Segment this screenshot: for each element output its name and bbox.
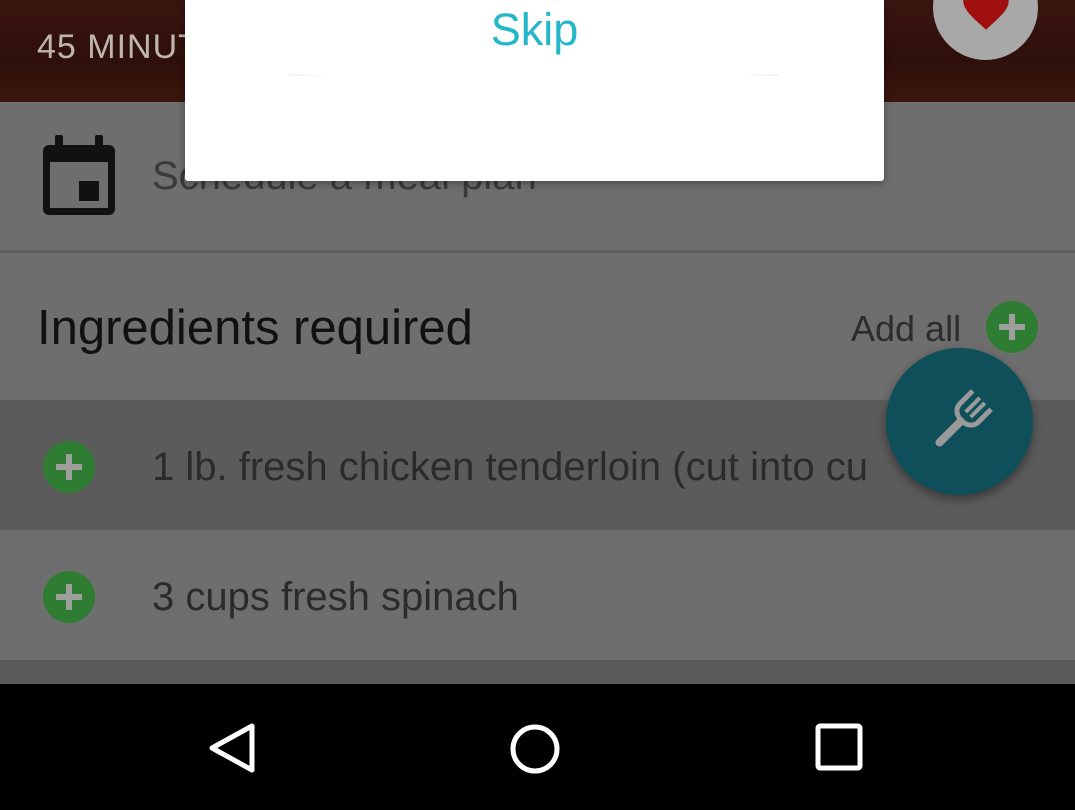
recent-square-icon[interactable] xyxy=(814,722,864,772)
home-circle-icon[interactable] xyxy=(508,722,562,776)
list-divider xyxy=(0,660,1075,684)
favorite-button[interactable] xyxy=(933,0,1038,60)
dialog-panel: Skip xyxy=(185,0,884,181)
calendar-icon xyxy=(43,135,115,215)
ingredient-text: 3 cups fresh spinach xyxy=(152,575,519,619)
system-navigation-bar xyxy=(0,684,1075,810)
cook-time-label: 45 MINUT xyxy=(37,28,200,66)
back-triangle-icon[interactable] xyxy=(206,722,258,774)
ingredients-title: Ingredients required xyxy=(37,301,473,355)
heart-icon xyxy=(962,0,1009,30)
add-all-button[interactable]: Add all xyxy=(851,308,961,350)
cook-mode-fab[interactable] xyxy=(886,348,1033,495)
ingredient-row[interactable]: 3 cups fresh spinach xyxy=(0,530,1075,660)
skip-button[interactable]: Skip xyxy=(185,4,884,56)
plus-circle-icon[interactable] xyxy=(42,440,96,494)
plus-circle-icon[interactable] xyxy=(985,300,1039,354)
dialog-divider xyxy=(290,74,778,76)
plus-circle-icon[interactable] xyxy=(42,570,96,624)
ingredient-text: 1 lb. fresh chicken tenderloin (cut into… xyxy=(152,445,868,489)
fork-icon xyxy=(934,388,993,447)
